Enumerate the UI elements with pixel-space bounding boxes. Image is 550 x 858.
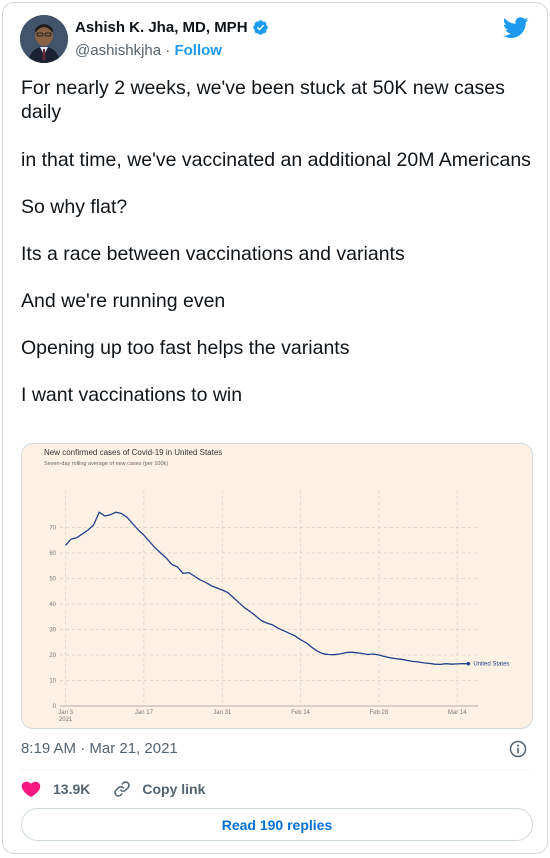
copy-link-button[interactable]: Copy link (112, 779, 205, 799)
follow-button[interactable]: Follow (174, 42, 222, 59)
read-replies-button[interactable]: Read 190 replies (21, 808, 533, 841)
x-tick-label: Jan 17 (135, 710, 154, 716)
x-tick-label: Mar 14 (448, 710, 467, 716)
tweet-paragraph: in that time, we've vaccinated an additi… (21, 149, 531, 171)
chart-image[interactable]: New confirmed cases of Covid-19 in Unite… (21, 443, 533, 729)
author-handle-row: @ashishkjha · Follow (75, 42, 222, 59)
y-tick-label: 0 (53, 704, 57, 710)
x-tick-label: Jan 31 (213, 710, 232, 716)
y-tick-label: 70 (49, 526, 56, 532)
y-tick-label: 20 (49, 653, 56, 659)
author-handle[interactable]: @ashishkjha (75, 42, 161, 59)
y-tick-label: 60 (49, 551, 56, 557)
heart-icon (21, 781, 41, 797)
like-button[interactable]: 13.9K (21, 779, 90, 799)
copy-link-label: Copy link (142, 781, 206, 797)
author-name[interactable]: Ashish K. Jha, MD, MPH (75, 19, 248, 36)
tweet-text: For nearly 2 weeks, we've been stuck at … (21, 76, 531, 407)
x-tick-label: Jan 3 (58, 710, 73, 716)
handle-separator: · (165, 42, 171, 59)
author-name-row: Ashish K. Jha, MD, MPH (75, 19, 269, 36)
y-tick-label: 30 (49, 628, 56, 634)
x-tick-label: Feb 28 (370, 710, 389, 716)
tweet-paragraph: I want vaccinations to win (21, 384, 243, 406)
tweet-paragraph: For nearly 2 weeks, we've been stuck at … (21, 77, 505, 123)
y-tick-label: 40 (49, 602, 56, 608)
like-count: 13.9K (53, 781, 91, 797)
link-icon (114, 781, 131, 797)
tweet-paragraph: Its a race between vaccinations and vari… (21, 243, 405, 265)
line-chart: 0 10 20 30 40 50 60 70 Jan 32021 Jan 17 Jan 31 Feb … (49, 490, 509, 723)
tweet-timestamp[interactable]: 8:19 AM · Mar 21, 2021 (21, 740, 178, 757)
series-line (65, 511, 469, 666)
avatar-photo (20, 15, 68, 63)
series-endpoint (466, 661, 471, 666)
x-tick-sublabel: 2021 (59, 717, 73, 723)
series-label: United States (473, 662, 509, 668)
divider (21, 769, 529, 770)
tweet-card: Ashish K. Jha, MD, MPH @ashishkjha · Fol… (2, 2, 548, 854)
avatar[interactable] (20, 15, 68, 63)
action-bar: 13.9K Copy link (21, 778, 205, 800)
twitter-bird-icon[interactable] (503, 17, 529, 39)
tweet-paragraph: And we're running even (21, 290, 226, 312)
info-icon[interactable] (508, 739, 528, 759)
y-tick-label: 10 (49, 679, 56, 685)
y-tick-label: 50 (49, 577, 56, 583)
verified-badge-icon (252, 20, 268, 35)
tweet-paragraph: Opening up too fast helps the variants (21, 337, 350, 359)
tweet-paragraph: So why flat? (21, 196, 128, 218)
x-tick-label: Feb 14 (291, 710, 310, 716)
